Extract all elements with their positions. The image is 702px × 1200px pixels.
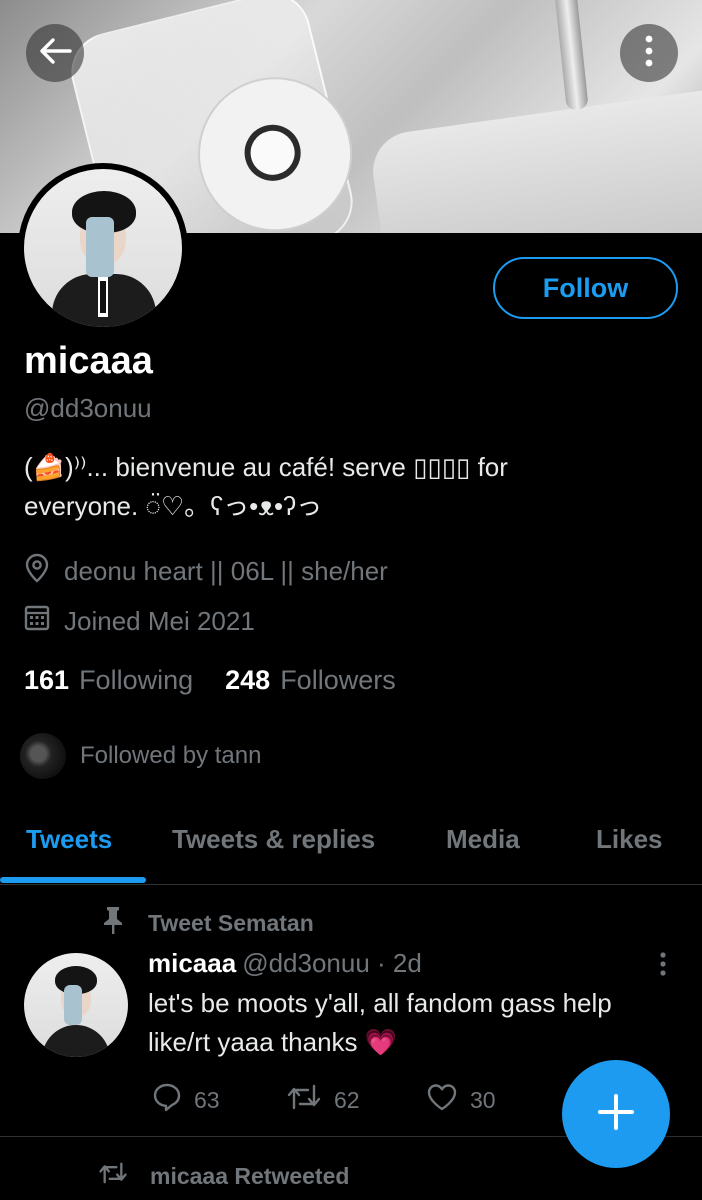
followers-label: Followers [280, 665, 396, 695]
banner-sticker-center [238, 118, 307, 187]
followers-count: 248 [225, 665, 271, 695]
profile-location: deonu heart || 06L || she/her [24, 553, 388, 590]
like-count: 30 [470, 1086, 496, 1113]
profile-bio: (🍰)⁾⁾... bienvenue au café! serve ▯▯▯▯ f… [24, 448, 674, 526]
compose-tweet-button[interactable] [562, 1060, 670, 1168]
profile-avatar[interactable] [18, 163, 188, 333]
retweeted-label: micaaa Retweeted [150, 1162, 350, 1189]
reply-count: 63 [194, 1086, 220, 1113]
tweet-author-name[interactable]: micaaa [148, 948, 236, 978]
follow-counts: 161 Following 248 Followers [24, 665, 428, 696]
tab-media[interactable]: Media [446, 795, 520, 884]
tweet-header: micaaa @dd3onuu · 2d [148, 948, 422, 979]
avatar-image [24, 169, 182, 327]
banner-rod-shape [553, 0, 589, 111]
tab-likes[interactable]: Likes [596, 795, 663, 884]
retweet-icon [286, 1082, 334, 1118]
tweet-text: let's be moots y'all, all fandom gass he… [148, 988, 612, 1057]
profile-name: micaaa [24, 340, 153, 382]
plus-icon [596, 1092, 636, 1137]
joined-text: Joined Mei 2021 [64, 606, 255, 636]
heart-icon [426, 1082, 470, 1118]
pin-icon [100, 905, 126, 941]
bio-line-2: everyone. ◌̈♡。ʕっ•ᴥ•ʔっ [24, 491, 323, 521]
tweet-author-handle[interactable]: @dd3onuu [242, 948, 370, 978]
pinned-label: Tweet Sematan [148, 909, 314, 936]
pinned-label-row: Tweet Sematan [100, 905, 314, 941]
follower-avatar [20, 733, 66, 779]
more-vertical-icon [652, 952, 674, 984]
tweet-time: · 2d [377, 948, 422, 978]
retweet-icon [98, 1160, 150, 1192]
location-pin-icon [24, 553, 64, 590]
followed-by-row[interactable]: Followed by tann [20, 733, 261, 779]
reply-action[interactable]: 63 [152, 1082, 220, 1118]
profile-tabs: Tweets Tweets & replies Media Likes [0, 795, 702, 885]
more-vertical-icon [645, 34, 653, 73]
like-action[interactable]: 30 [426, 1082, 496, 1118]
tweet-author-avatar[interactable] [24, 953, 128, 1057]
tweet-more-button[interactable] [652, 950, 674, 980]
following-label: Following [79, 665, 194, 695]
calendar-icon [24, 604, 64, 639]
retweet-action[interactable]: 62 [286, 1082, 360, 1118]
banner-phone-shape [367, 84, 702, 233]
location-text: deonu heart || 06L || she/her [64, 556, 388, 586]
tab-tweets-replies[interactable]: Tweets & replies [172, 795, 375, 884]
followers-link[interactable]: 248 Followers [225, 665, 396, 696]
following-count: 161 [24, 665, 70, 695]
arrow-left-icon [38, 36, 72, 71]
follow-button[interactable]: Follow [493, 257, 678, 319]
more-options-button[interactable] [620, 24, 678, 82]
profile-joined: Joined Mei 2021 [24, 604, 255, 639]
profile-handle: @dd3onuu [24, 393, 152, 423]
followed-by-text: Followed by tann [80, 742, 262, 769]
following-link[interactable]: 161 Following [24, 665, 193, 696]
reply-icon [152, 1082, 194, 1118]
banner-sticker [181, 60, 369, 233]
tab-tweets[interactable]: Tweets [26, 795, 112, 884]
retweet-count: 62 [334, 1086, 360, 1113]
retweeted-label-row: micaaa Retweeted [98, 1160, 349, 1192]
back-button[interactable] [26, 24, 84, 82]
bio-line-1: (🍰)⁾⁾... bienvenue au café! serve ▯▯▯▯ f… [24, 452, 508, 482]
active-tab-indicator [0, 877, 146, 883]
